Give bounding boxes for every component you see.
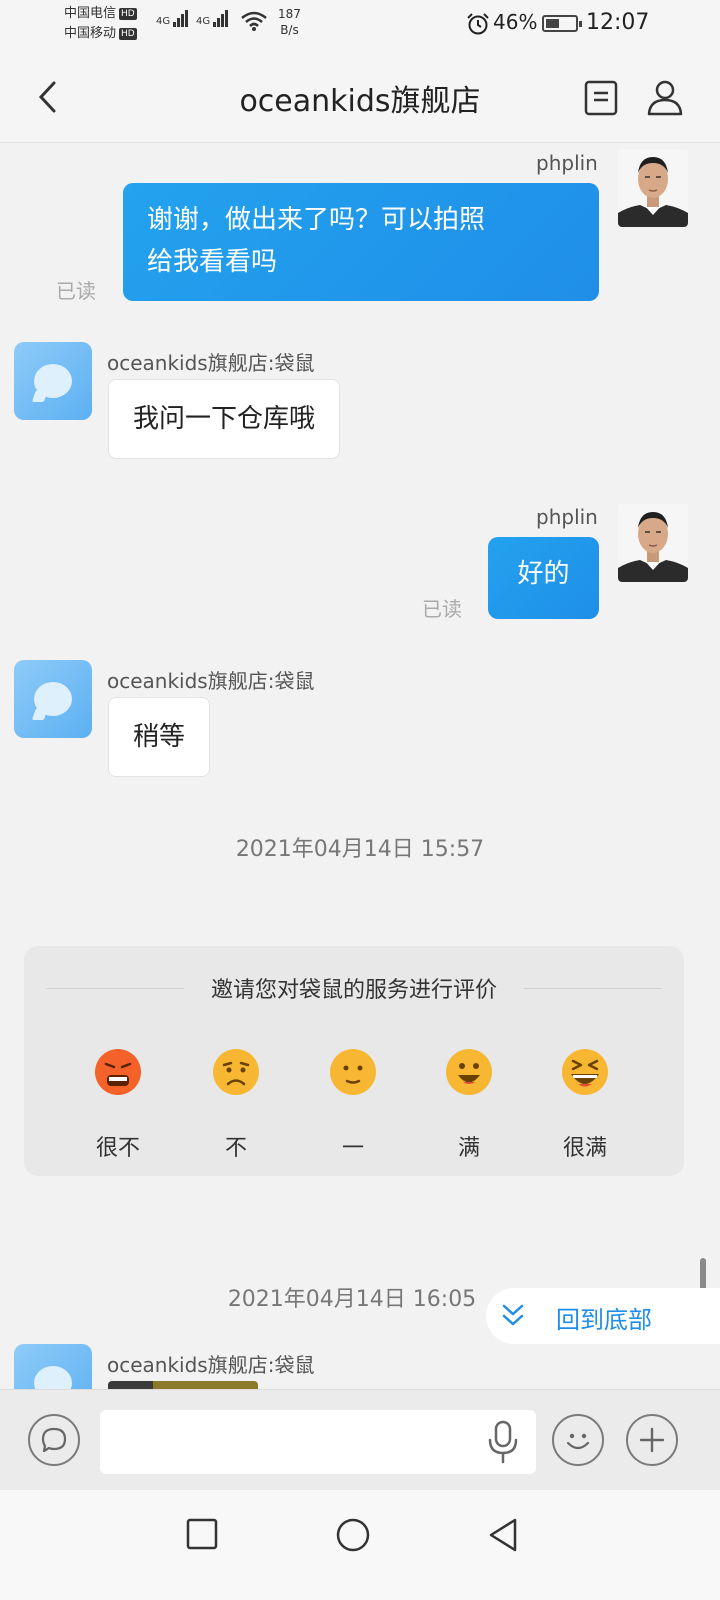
chat-header: oceankids旗舰店 (0, 52, 720, 143)
image-message-thumbnail[interactable] (108, 1381, 258, 1389)
smile-face-icon[interactable] (445, 1048, 493, 1096)
sender-name: oceankids旗舰店:袋鼠 (107, 669, 315, 693)
sender-name: phplin (536, 151, 598, 175)
back-to-bottom-button[interactable]: 回到底部 (486, 1288, 720, 1344)
sender-name: oceankids旗舰店:袋鼠 (107, 351, 315, 375)
network-type-label: 4G (196, 16, 211, 27)
system-navigation-bar (0, 1490, 720, 1600)
battery-level (546, 19, 559, 28)
chat-area[interactable]: phplin 谢谢，做出来了吗？可以拍照 给我看看吗 已读 oceankids旗… (0, 143, 720, 1389)
wifi-icon (241, 11, 267, 31)
message-text: 好的 (517, 559, 570, 589)
timestamp: 2021年04月14日 15:57 (235, 837, 485, 862)
back-to-bottom-label: 回到底部 (556, 1306, 652, 1334)
hd-badge: HD (119, 27, 137, 40)
read-receipt: 已读 (422, 597, 462, 621)
user-avatar[interactable] (618, 149, 688, 227)
shop-avatar[interactable] (14, 660, 92, 738)
message-bubble-received[interactable]: 我问一下仓库哦 (108, 379, 341, 459)
signal-icon: 4G (156, 10, 189, 27)
voice-toggle-button[interactable] (28, 1414, 80, 1466)
carrier2-label: 中国移动 (64, 26, 117, 41)
message-text: 我问一下仓库哦 (133, 404, 316, 434)
carrier1-label: 中国电信 (64, 6, 117, 21)
clock: 12:07 (586, 10, 650, 35)
more-button[interactable] (626, 1414, 678, 1466)
rating-label[interactable]: 很不 (78, 1130, 158, 1162)
home-icon[interactable] (335, 1517, 371, 1553)
rating-card: 邀请您对袋鼠的服务进行评价 很不 不 一 满 很满 (24, 946, 684, 1176)
rating-title: 邀请您对袋鼠的服务进行评价 (210, 978, 497, 1003)
rating-label[interactable]: 很满 (545, 1130, 625, 1162)
back-nav-icon[interactable] (486, 1517, 520, 1553)
message-line: 谢谢，做出来了吗？可以拍照 (147, 205, 486, 235)
battery-icon (542, 15, 582, 32)
status-bar: 中国电信 HD 中国移动 HD 4G 4G 187 B/s 46% 12:07 (0, 0, 720, 52)
speed-value: 187 (278, 7, 301, 21)
laugh-face-icon[interactable] (561, 1048, 609, 1096)
speed-unit: B/s (280, 23, 299, 37)
rating-label[interactable]: 不 (196, 1130, 276, 1162)
hd-badge: HD (119, 7, 137, 20)
carrier-info: 中国电信 HD 中国移动 HD (64, 4, 137, 44)
read-receipt: 已读 (56, 279, 96, 303)
message-bubble-sent[interactable]: 谢谢，做出来了吗？可以拍照 给我看看吗 (123, 183, 599, 301)
shop-avatar[interactable] (14, 1344, 92, 1389)
message-text: 稍等 (133, 722, 186, 752)
chat-bubble-icon (41, 1427, 67, 1453)
message-bubble-sent[interactable]: 好的 (488, 537, 599, 619)
signal-icon: 4G (196, 10, 229, 27)
user-photo (618, 504, 688, 582)
message-line: 给我看看吗 (147, 247, 278, 277)
double-chevron-down-icon (502, 1304, 524, 1326)
plus-icon (639, 1427, 665, 1453)
shop-avatar[interactable] (14, 342, 92, 420)
person-icon[interactable] (646, 78, 684, 116)
message-bubble-received[interactable]: 稍等 (108, 697, 211, 777)
recent-apps-icon[interactable] (185, 1517, 219, 1551)
message-input[interactable] (100, 1410, 536, 1474)
rating-label[interactable]: 满 (429, 1130, 509, 1162)
angry-face-icon[interactable] (94, 1048, 142, 1096)
microphone-icon[interactable] (486, 1420, 520, 1464)
sender-name: oceankids旗舰店:袋鼠 (107, 1353, 315, 1377)
battery-percent: 46% (493, 10, 538, 34)
smiley-icon (566, 1433, 590, 1450)
rating-label[interactable]: 一 (313, 1130, 393, 1162)
neutral-face-icon[interactable] (329, 1048, 377, 1096)
network-type-label: 4G (156, 16, 171, 27)
network-speed: 187 B/s (278, 6, 301, 38)
input-bar (0, 1389, 720, 1490)
document-icon[interactable] (584, 80, 618, 116)
alarm-icon (467, 13, 489, 35)
scrollbar[interactable] (700, 1258, 706, 1292)
user-avatar[interactable] (618, 504, 688, 582)
emoji-button[interactable] (552, 1414, 604, 1466)
frown-face-icon[interactable] (212, 1048, 260, 1096)
user-photo (618, 149, 688, 227)
sender-name: phplin (536, 505, 598, 529)
